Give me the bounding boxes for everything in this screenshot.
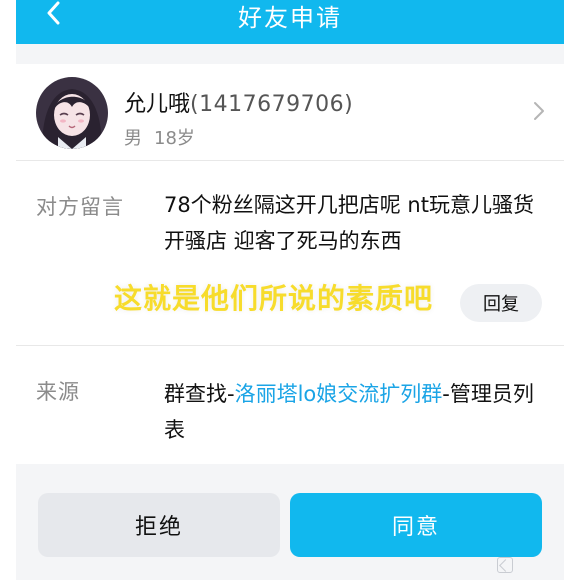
qq-number: (1417679706) — [190, 92, 354, 117]
requester-name: 允儿哦(1417679706) — [124, 86, 353, 118]
source-label: 来源 — [36, 380, 80, 404]
page-title: 好友申请 — [238, 4, 342, 32]
group-link[interactable]: 洛丽塔lo娘交流扩列群 — [235, 382, 443, 406]
watermark — [497, 553, 577, 577]
gender: 男 — [124, 128, 142, 149]
message-text: 78个粉丝隔这开几把店呢 nt玩意儿骚货开骚店 迎客了死马的东西 — [164, 193, 534, 253]
accept-button[interactable]: 同意 — [290, 493, 542, 557]
message-label: 对方留言 — [36, 195, 124, 219]
age: 18岁 — [154, 128, 195, 149]
message-section: 对方留言 78个粉丝隔这开几把店呢 nt玩意儿骚货开骚店 迎客了死马的东西 这就… — [16, 160, 564, 345]
top-bar: 好友申请 — [16, 0, 564, 44]
reply-button[interactable]: 回复 — [460, 284, 542, 322]
watermark-icon — [497, 557, 513, 573]
nickname: 允儿哦 — [124, 92, 191, 117]
overlay-caption: 这就是他们所说的素质吧 — [114, 282, 434, 315]
reject-button[interactable]: 拒绝 — [38, 493, 280, 557]
chevron-right-icon — [534, 102, 544, 120]
source-prefix: 群查找- — [164, 382, 235, 406]
avatar[interactable] — [36, 77, 108, 149]
requester-meta: 男 18岁 — [124, 124, 195, 150]
friend-request-screen: 好友申请 允儿哦(1417679706) 男18岁 对方留言 78个粉丝隔这开 — [16, 0, 564, 580]
requester-profile-card[interactable]: 允儿哦(1417679706) 男 18岁 — [16, 64, 564, 160]
source-section: 来源 群查找-洛丽塔lo娘交流扩列群-管理员列表 — [16, 345, 564, 464]
source-text: 群查找-洛丽塔lo娘交流扩列群-管理员列表 — [164, 376, 544, 448]
avatar-image — [36, 77, 108, 149]
